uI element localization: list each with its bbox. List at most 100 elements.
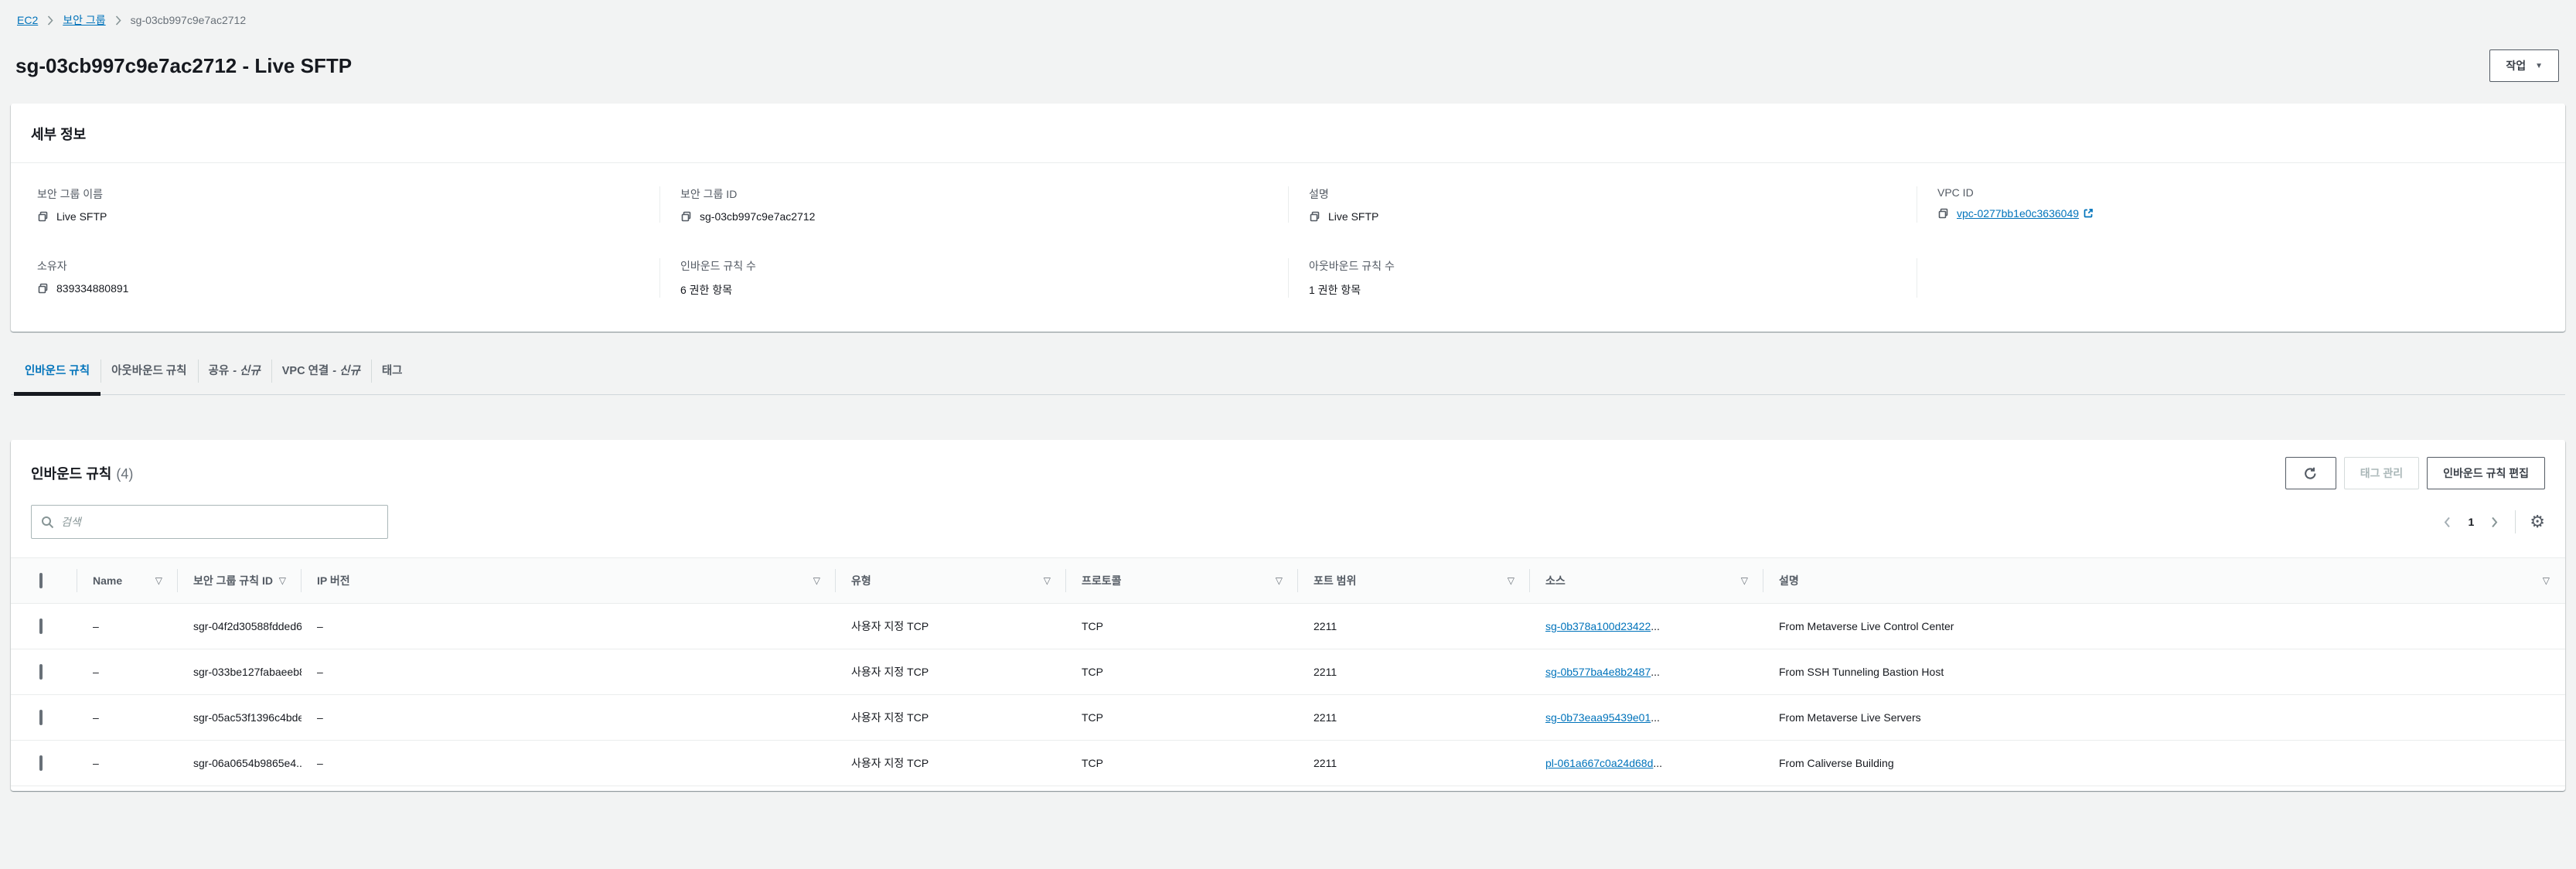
page: EC2 보안 그룹 sg-03cb997c9e7ac2712 sg-03cb99… [0,0,2576,791]
column-label: 소스 [1545,573,1566,588]
field-vpc-id: VPC ID vpc-0277bb1e0c3636049 [1917,186,2545,223]
chevron-right-icon [47,15,53,26]
column-label: 포트 범위 [1314,573,1356,588]
column-label: Name [93,574,122,587]
cell-name: – [77,695,178,741]
filter-triangle-icon: ▽ [279,575,286,586]
details-card: 세부 정보 보안 그룹 이름 Live SFTP 보안 그룹 ID sg-03c… [11,104,2565,332]
cell-protocol: TCP [1066,604,1298,649]
table-row: – sgr-06a0654b9865e4... – 사용자 지정 TCP TCP… [11,741,2565,786]
copy-icon[interactable] [1937,208,1949,220]
external-link-icon [2083,208,2094,219]
truncation-ellipsis: ... [1653,757,1662,769]
row-checkbox[interactable] [39,619,43,634]
breadcrumb-link-ec2[interactable]: EC2 [17,14,38,26]
inbound-rules-title-text: 인바운드 규칙 [31,466,111,482]
details-card-body: 보안 그룹 이름 Live SFTP 보안 그룹 ID sg-03cb997c9… [11,162,2565,332]
tab-label: 태그 [382,365,403,377]
inbound-rules-table: Name ▽ 보안 그룹 규칙 ID▽ IP 버전▽ 유형 ▽ 프로토콜▽ 포트 범… [11,557,2565,786]
cell-name: – [77,741,178,786]
field-label: VPC ID [1937,186,2525,199]
select-all-checkbox[interactable] [39,573,43,588]
tab-inbound-rules[interactable]: 인바운드 규칙 [14,349,101,394]
field-label: 설명 [1309,186,1896,202]
filter-triangle-icon: ▽ [1276,575,1283,586]
cell-type: 사용자 지정 TCP [836,741,1066,786]
inbound-rules-card: 인바운드 규칙 (4) 태그 관리 인바운드 규칙 편집 1 [11,440,2565,791]
search-icon [41,516,54,529]
cell-name: – [77,649,178,695]
actions-button-label: 작업 [2506,58,2526,73]
cell-description: From Caliverse Building [1763,741,2565,786]
cell-port-range: 2211 [1298,604,1530,649]
column-header-ip-version[interactable]: IP 버전▽ [302,558,836,604]
manage-tags-button[interactable]: 태그 관리 [2344,457,2419,489]
outbound-rules-count-value: 1 권한 항목 [1309,282,1361,298]
tab-suffix: - 신규 [332,365,360,377]
inbound-rules-count-value: 6 권한 항목 [680,282,732,298]
page-number[interactable]: 1 [2468,516,2474,528]
tab-sharing-new[interactable]: 공유- 신규 [198,349,271,394]
inbound-rules-title: 인바운드 규칙 (4) [31,463,133,483]
vpc-id-link[interactable]: vpc-0277bb1e0c3636049 [1957,207,2094,220]
settings-gear-icon[interactable]: ⚙ [2530,513,2545,530]
cell-source: sg-0b73eaa95439e01... [1530,695,1763,741]
column-label: 유형 [851,573,871,588]
refresh-button[interactable] [2285,457,2336,489]
cell-port-range: 2211 [1298,741,1530,786]
tab-suffix: - 신규 [233,365,261,377]
filter-triangle-icon: ▽ [1508,575,1515,586]
column-header-type[interactable]: 유형 ▽ [836,558,1066,604]
row-checkbox[interactable] [39,710,43,725]
tab-tags[interactable]: 태그 [371,349,414,394]
actions-button[interactable]: 작업 ▼ [2489,49,2559,82]
tab-label: VPC 연결 [282,365,329,377]
previous-page-button[interactable] [2441,513,2454,531]
filter-triangle-icon: ▽ [155,575,162,586]
column-header-description[interactable]: 설명▽ [1763,558,2565,604]
source-link[interactable]: sg-0b378a100d23422 [1545,620,1651,632]
column-header-name[interactable]: Name ▽ [77,558,178,604]
cell-description: From Metaverse Live Servers [1763,695,2565,741]
column-header-port-range[interactable]: 포트 범위 ▽ [1298,558,1530,604]
divider [2515,510,2516,533]
tab-outbound-rules[interactable]: 아웃바운드 규칙 [101,349,197,394]
field-label: 보안 그룹 ID [680,186,1268,202]
column-label: 설명 [1779,573,1799,588]
cell-protocol: TCP [1066,695,1298,741]
filter-triangle-icon: ▽ [1741,575,1748,586]
edit-inbound-rules-button[interactable]: 인바운드 규칙 편집 [2427,457,2545,489]
cell-type: 사용자 지정 TCP [836,604,1066,649]
source-link[interactable]: sg-0b577ba4e8b2487 [1545,666,1651,678]
pagination: 1 ⚙ [2441,510,2545,533]
field-label: 소유자 [37,258,639,274]
source-link[interactable]: sg-0b73eaa95439e01 [1545,711,1651,724]
row-checkbox[interactable] [39,664,43,680]
cell-port-range: 2211 [1298,695,1530,741]
field-label: 인바운드 규칙 수 [680,258,1268,274]
field-inbound-rules-count: 인바운드 규칙 수 6 권한 항목 [659,258,1288,298]
search-input[interactable] [61,516,378,528]
cell-protocol: TCP [1066,741,1298,786]
column-header-source[interactable]: 소스 ▽ [1530,558,1763,604]
breadcrumb-link-security-groups[interactable]: 보안 그룹 [63,12,105,28]
copy-icon[interactable] [37,211,49,223]
field-description: 설명 Live SFTP [1288,186,1917,223]
column-header-rule-id[interactable]: 보안 그룹 규칙 ID▽ [178,558,302,604]
owner-value: 839334880891 [56,282,128,295]
table-row: – sgr-04f2d30588fdded69 – 사용자 지정 TCP TCP… [11,604,2565,649]
row-checkbox[interactable] [39,755,43,771]
copy-icon[interactable] [680,211,692,223]
copy-icon[interactable] [37,283,49,295]
copy-icon[interactable] [1309,211,1320,223]
field-security-group-name: 보안 그룹 이름 Live SFTP [31,186,659,223]
cell-description: From Metaverse Live Control Center [1763,604,2565,649]
cell-rule-id: sgr-05ac53f1396c4bdea [178,695,302,741]
inbound-rules-count-badge: (4) [116,466,133,482]
cell-ip-version: – [302,649,836,695]
filter-triangle-icon: ▽ [1044,575,1051,586]
source-link[interactable]: pl-061a667c0a24d68d [1545,757,1653,769]
next-page-button[interactable] [2488,513,2501,531]
tab-vpc-associations-new[interactable]: VPC 연결- 신규 [271,349,371,394]
column-header-protocol[interactable]: 프로토콜▽ [1066,558,1298,604]
